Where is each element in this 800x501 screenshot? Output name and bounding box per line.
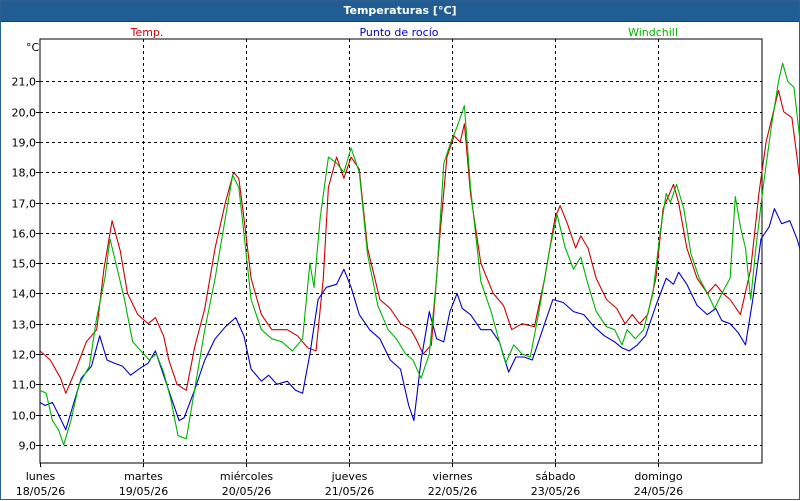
y-tick-label: 21,0: [12, 76, 37, 89]
legend-entry: Temp.: [130, 26, 164, 39]
x-tick-day-label: sábado: [536, 470, 576, 483]
x-tick-day-label: domingo: [634, 470, 682, 483]
y-tick-label: 15,0: [12, 258, 37, 271]
y-tick-label: 17,0: [12, 198, 37, 211]
x-tick-date-label: 18/05/26: [16, 485, 65, 498]
y-tick-label: 13,0: [12, 319, 37, 332]
legend-entry: Punto de rocío: [359, 26, 438, 39]
y-tick-label: 20,0: [12, 107, 37, 120]
x-tick-day-label: martes: [124, 470, 163, 483]
temperature-chart: 9,0 10,0 11,0 12,0 13,0 14,0 15,0 16,0 17,0 18,0 1…: [12, 26, 800, 498]
y-tick-label: 16,0: [12, 228, 37, 241]
x-tick-day-label: viernes: [432, 470, 472, 483]
x-tick-day-label: lunes: [26, 470, 56, 483]
x-tick-day-label: miércoles: [220, 470, 273, 483]
y-tick-label: 19,0: [12, 137, 37, 150]
y-tick-label: 11,0: [12, 379, 37, 392]
y-tick-label: 14,0: [12, 288, 37, 301]
x-tick-date-label: 20/05/26: [222, 485, 271, 498]
y-axis-unit-label: °C: [26, 41, 40, 54]
y-tick-label: 18,0: [12, 167, 37, 180]
legend-entry: Windchill: [628, 26, 678, 39]
x-tick-date-label: 21/05/26: [325, 485, 374, 498]
y-tick-label: 9,0: [19, 440, 37, 453]
x-tick-date-label: 19/05/26: [119, 485, 168, 498]
plot-area: [39, 38, 763, 464]
y-tick-label: 12,0: [12, 349, 37, 362]
x-tick-date-label: 22/05/26: [428, 485, 477, 498]
x-tick-date-label: 24/05/26: [634, 485, 683, 498]
y-tick-label: 10,0: [12, 410, 37, 423]
x-tick-date-label: 23/05/26: [531, 485, 580, 498]
chart-window: Temperaturas [°C] 9,0 10,0 11,0 12,0 13,0 14,…: [0, 0, 800, 500]
x-tick-day-label: jueves: [331, 470, 368, 483]
